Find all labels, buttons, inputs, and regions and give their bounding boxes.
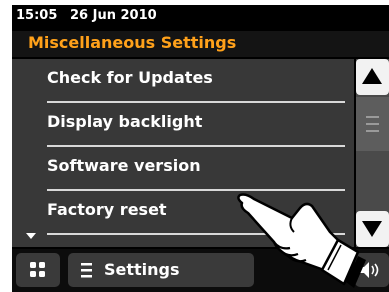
page-title: Miscellaneous Settings [28, 33, 237, 52]
list-item-display-backlight[interactable]: Display backlight [47, 103, 352, 147]
list-item-label: Factory reset [47, 200, 167, 219]
more-items-icon [26, 233, 36, 239]
status-bar: 15:05 26 Jun 2010 [12, 5, 389, 29]
settings-button[interactable]: Settings [68, 253, 254, 287]
grip-line [366, 130, 379, 132]
settings-button-label: Settings [104, 260, 180, 279]
scroll-thumb[interactable] [356, 97, 389, 151]
grid-icon [30, 262, 45, 277]
up-triangle-icon [362, 68, 382, 84]
clock-time: 15:05 [16, 8, 58, 23]
home-button[interactable] [16, 253, 60, 287]
grip-line [366, 116, 379, 118]
clock-date: 26 Jun 2010 [70, 8, 157, 23]
scroll-up-button[interactable] [356, 59, 389, 95]
grip-line [366, 123, 379, 125]
list-item-label: Display backlight [47, 112, 203, 131]
title-bar: Miscellaneous Settings [12, 31, 389, 57]
pointing-hand-icon [237, 193, 366, 288]
list-item-label: Software version [47, 156, 201, 175]
list-item-check-updates[interactable]: Check for Updates [47, 59, 352, 103]
menu-lines-icon [81, 263, 92, 278]
list-item-label: Check for Updates [47, 68, 213, 87]
list-item-software-version[interactable]: Software version [47, 147, 352, 191]
